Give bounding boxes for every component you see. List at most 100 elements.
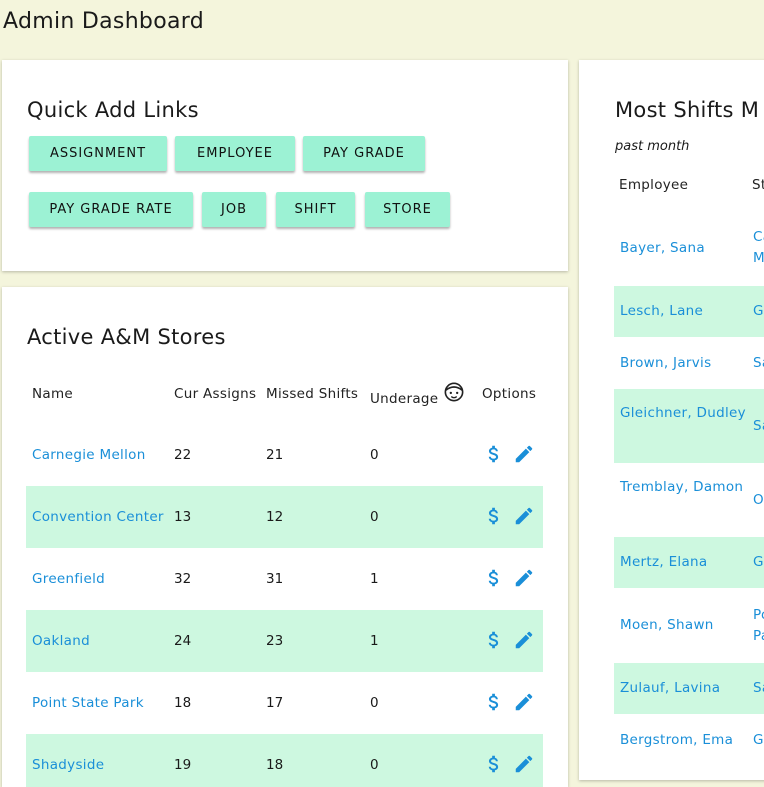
employee-name-link[interactable]: Mertz, Elana — [620, 537, 707, 588]
store-link[interactable]: G — [753, 552, 764, 573]
add-shift-button[interactable]: SHIFT — [276, 192, 355, 227]
col-header-options: Options — [482, 386, 537, 402]
col-header-name: Name — [32, 386, 74, 402]
underage-cell: 1 — [370, 633, 379, 649]
cur-assigns-cell: 18 — [174, 695, 192, 711]
table-row: Point State Park 18 17 0 — [26, 672, 543, 734]
missed-shifts-cell: 17 — [266, 695, 284, 711]
table-row: Shadyside 19 18 0 — [26, 734, 543, 787]
dollar-icon[interactable] — [483, 629, 505, 651]
cur-assigns-cell: 24 — [174, 633, 192, 649]
pencil-icon[interactable] — [513, 691, 535, 713]
table-row: Greenfield 32 31 1 — [26, 548, 543, 610]
underage-cell: 0 — [370, 757, 379, 773]
most-shifts-subtitle: past month — [615, 139, 690, 154]
employee-name-link[interactable]: Gleichner, Dudley — [620, 405, 746, 421]
page-title: Admin Dashboard — [3, 9, 204, 34]
table-row: Oakland 24 23 1 — [26, 610, 543, 672]
dollar-icon[interactable] — [483, 505, 505, 527]
store-name-link[interactable]: Oakland — [32, 610, 90, 672]
store-link[interactable]: G — [753, 730, 764, 751]
dollar-icon[interactable] — [483, 753, 505, 775]
store-text-line: G — [753, 554, 764, 570]
store-name-link[interactable]: Carnegie Mellon — [32, 424, 146, 486]
store-link[interactable]: Sa — [753, 353, 764, 374]
underage-cell: 0 — [370, 447, 379, 463]
underage-cell: 0 — [370, 509, 379, 525]
missed-shifts-cell: 18 — [266, 757, 284, 773]
cur-assigns-cell: 22 — [174, 447, 192, 463]
store-name-link[interactable]: Greenfield — [32, 548, 105, 610]
table-row: Convention Center 13 12 0 — [26, 486, 543, 548]
active-stores-card: Active A&M Stores Name Cur Assigns Misse… — [2, 287, 568, 787]
missed-shifts-cell: 21 — [266, 447, 284, 463]
dollar-icon[interactable] — [483, 691, 505, 713]
store-link[interactable]: Po Pa — [753, 605, 764, 647]
employee-name-link[interactable]: Moen, Shawn — [620, 588, 714, 663]
list-item: Lesch, Lane G — [614, 286, 764, 337]
list-item: Gleichner, Dudley Sa — [614, 389, 764, 463]
table-row: Carnegie Mellon 22 21 0 — [26, 424, 543, 486]
dollar-icon[interactable] — [483, 567, 505, 589]
list-item: Brown, Jarvis Sa — [614, 337, 764, 389]
add-pay-grade-button[interactable]: PAY GRADE — [303, 136, 425, 171]
child-face-icon — [444, 382, 464, 402]
active-stores-title: Active A&M Stores — [27, 325, 226, 349]
store-link[interactable]: Ca M — [753, 227, 764, 269]
employee-name-link[interactable]: Bayer, Sana — [620, 210, 705, 286]
store-link[interactable]: Sa — [753, 416, 764, 437]
employee-name-link[interactable]: Lesch, Lane — [620, 286, 703, 337]
store-text-line: G — [753, 303, 764, 319]
store-text-line: Sa — [753, 354, 764, 371]
cur-assigns-cell: 19 — [174, 757, 192, 773]
employee-name-link[interactable]: Bergstrom, Ema — [620, 714, 733, 766]
store-text-line: M — [753, 250, 764, 266]
missed-shifts-cell: 31 — [266, 571, 284, 587]
missed-shifts-cell: 12 — [266, 509, 284, 525]
add-employee-button[interactable]: EMPLOYEE — [175, 136, 295, 171]
add-assignment-button[interactable]: ASSIGNMENT — [29, 136, 167, 171]
pencil-icon[interactable] — [513, 629, 535, 651]
most-shifts-title: Most Shifts M — [615, 98, 760, 122]
col-header-cur-assigns: Cur Assigns — [174, 386, 257, 402]
store-text-line: Sa — [753, 417, 764, 434]
pencil-icon[interactable] — [513, 505, 535, 527]
quick-add-card: Quick Add Links ASSIGNMENT EMPLOYEE PAY … — [2, 60, 568, 271]
employee-name-link[interactable]: Zulauf, Lavina — [620, 663, 720, 714]
pencil-icon[interactable] — [513, 443, 535, 465]
store-name-link[interactable]: Shadyside — [32, 734, 104, 787]
col-header-store: St — [752, 177, 764, 193]
store-text-line: O — [753, 491, 764, 508]
add-job-button[interactable]: JOB — [202, 192, 266, 227]
most-shifts-card: Most Shifts M past month Employee St Bay… — [579, 60, 764, 780]
store-text-line: Po — [753, 606, 764, 623]
store-link[interactable]: G — [753, 301, 764, 322]
col-header-underage: Underage — [370, 391, 439, 407]
missed-shifts-cell: 23 — [266, 633, 284, 649]
pencil-icon[interactable] — [513, 753, 535, 775]
underage-cell: 0 — [370, 695, 379, 711]
list-item: Mertz, Elana G — [614, 537, 764, 588]
list-item: Bergstrom, Ema G — [614, 714, 764, 766]
store-name-link[interactable]: Convention Center — [32, 486, 164, 548]
store-name-link[interactable]: Point State Park — [32, 672, 144, 734]
quick-add-title: Quick Add Links — [27, 98, 199, 122]
store-text-line: Pa — [753, 627, 764, 644]
store-link[interactable]: O — [753, 490, 764, 511]
pencil-icon[interactable] — [513, 567, 535, 589]
dollar-icon[interactable] — [483, 443, 505, 465]
add-pay-grade-rate-button[interactable]: PAY GRADE RATE — [29, 192, 193, 227]
list-item: Moen, Shawn Po Pa — [614, 588, 764, 663]
list-item: Zulauf, Lavina Sa — [614, 663, 764, 714]
employee-name-link[interactable]: Tremblay, Damon — [620, 479, 743, 495]
store-text-line: G — [753, 731, 764, 748]
employee-name-link[interactable]: Brown, Jarvis — [620, 337, 711, 389]
add-store-button[interactable]: STORE — [365, 192, 450, 227]
col-header-missed-shifts: Missed Shifts — [266, 386, 359, 402]
col-header-employee: Employee — [619, 177, 689, 193]
cur-assigns-cell: 13 — [174, 509, 192, 525]
store-text-line: Ca — [753, 229, 764, 245]
store-link[interactable]: Sa — [753, 678, 764, 699]
cur-assigns-cell: 32 — [174, 571, 192, 587]
store-text-line: Sa — [753, 680, 764, 696]
